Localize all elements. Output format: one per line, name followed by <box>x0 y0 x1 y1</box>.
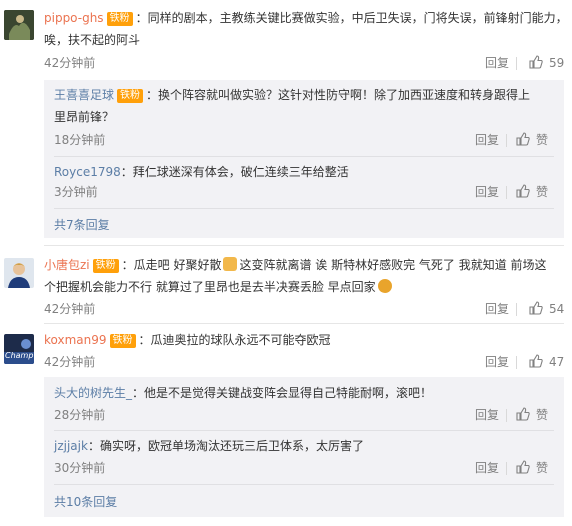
reply-box: 头大的树先生_：他是不是觉得关键战变阵会显得自己特能耐啊，滚吧！ 28分钟前 回… <box>44 377 564 517</box>
avatar-image <box>4 258 34 288</box>
more-replies-link[interactable]: 共10条回复 <box>54 494 117 510</box>
comment-timestamp: 42分钟前 <box>44 56 96 70</box>
thumbs-up-icon <box>529 55 543 69</box>
like-count: 59 <box>549 56 565 70</box>
comment-body: ：瓜迪奥拉的球队永远不可能夺欧冠 <box>138 333 331 347</box>
reply-box: 王喜喜足球 铁粉 ：换个阵容就叫做实验？这针对性防守啊！除了加西亚速度和转身跟得上 … <box>44 80 564 238</box>
like-label: 赞 <box>536 461 549 475</box>
comment-divider <box>44 323 564 324</box>
reply-divider <box>54 430 554 431</box>
reply-text-cont: 里昂前锋？ <box>54 110 115 124</box>
like-button[interactable]: 赞 <box>516 407 548 423</box>
reply-divider <box>54 208 554 209</box>
reply-text: 头大的树先生_：他是不是觉得关键战变阵会显得自己特能耐啊，滚吧！ <box>54 383 432 403</box>
reply-text: jzjjajk：确实呀，欧冠单场淘汰还玩三后卫体系，太厉害了 <box>54 436 364 456</box>
comment-username[interactable]: koxman99 <box>44 333 107 347</box>
reply-username[interactable]: Royce1798 <box>54 165 121 179</box>
reply-timestamp: 28分钟前 <box>54 408 106 422</box>
reply-button[interactable]: 回复 <box>485 354 509 370</box>
comment-text: koxman99 铁粉 ：瓜迪奥拉的球队永远不可能夺欧冠 <box>44 330 331 350</box>
reply-body: ：确实呀，欧冠单场淘汰还玩三后卫体系，太厉害了 <box>87 439 364 453</box>
thumbs-up-icon <box>529 301 543 315</box>
reply-timestamp: 30分钟前 <box>54 461 106 475</box>
action-divider <box>506 409 507 422</box>
like-button[interactable]: 赞 <box>516 460 548 476</box>
action-divider <box>516 57 517 70</box>
comment-body: 个把握机会能力不行 就算过了里昂也是去半决赛丢脸 早点回家 <box>44 280 376 294</box>
reply-button[interactable]: 回复 <box>475 460 499 476</box>
pray-hands-emoji-icon <box>223 257 238 271</box>
fan-badge[interactable]: 铁粉 <box>109 334 136 348</box>
like-count: 47 <box>549 355 565 369</box>
like-label: 赞 <box>536 408 549 422</box>
action-divider <box>506 462 507 475</box>
reply-divider <box>54 484 554 485</box>
comment-username[interactable]: 小唐包zi <box>44 258 90 272</box>
reply-divider <box>54 156 554 157</box>
like-button[interactable]: 47 <box>529 354 564 370</box>
action-divider <box>506 186 507 199</box>
reply-username[interactable]: 王喜喜足球 <box>54 88 114 102</box>
reply-text: 王喜喜足球 铁粉 ：换个阵容就叫做实验？这针对性防守啊！除了加西亚速度和转身跟得上 <box>54 85 530 105</box>
avatar[interactable] <box>4 258 34 288</box>
like-button[interactable]: 赞 <box>516 132 548 148</box>
reply-body: ：拜仁球迷深有体会，破仁连续三年给整活 <box>120 165 349 179</box>
reply-button[interactable]: 回复 <box>475 184 499 200</box>
like-label: 赞 <box>536 133 549 147</box>
thumbs-up-icon <box>516 407 530 421</box>
reply-button[interactable]: 回复 <box>475 132 499 148</box>
reply-text: Royce1798：拜仁球迷深有体会，破仁连续三年给整活 <box>54 162 349 182</box>
avatar[interactable]: Champ <box>4 334 34 364</box>
action-divider <box>506 134 507 147</box>
reply-timestamp: 18分钟前 <box>54 133 106 147</box>
reply-button[interactable]: 回复 <box>485 301 509 317</box>
comment-timestamp: 42分钟前 <box>44 302 96 316</box>
avatar-image <box>4 10 34 40</box>
comment-body: ：同样的剧本，主教练关键比赛做实验，中后卫失误，门将失误，前锋射门能力， <box>135 11 568 25</box>
fan-badge[interactable]: 铁粉 <box>106 12 133 26</box>
thumbs-up-icon <box>529 354 543 368</box>
thumbs-up-icon <box>516 132 530 146</box>
more-replies-link[interactable]: 共7条回复 <box>54 217 110 233</box>
like-button[interactable]: 54 <box>529 301 564 317</box>
comment-text-cont: 个把握机会能力不行 就算过了里昂也是去半决赛丢脸 早点回家 <box>44 277 394 297</box>
comment-text: 小唐包zi 铁粉 ：瓜走吧 好聚好散 这变阵就离谱 诶 斯特林好感败完 气死了 我就知… <box>44 255 547 275</box>
comment-text: pippo-ghs 铁粉 ：同样的剧本，主教练关键比赛做实验，中后卫失误，门将失误，… <box>44 8 568 28</box>
like-count: 54 <box>549 302 565 316</box>
person-emoji-icon <box>377 279 392 293</box>
fan-badge[interactable]: 铁粉 <box>117 89 144 103</box>
action-divider <box>516 303 517 316</box>
reply-timestamp: 3分钟前 <box>54 185 98 199</box>
thumbs-up-icon <box>516 460 530 474</box>
like-label: 赞 <box>536 185 549 199</box>
reply-username[interactable]: jzjjajk <box>54 439 88 453</box>
reply-body: ：换个阵容就叫做实验？这针对性防守啊！除了加西亚速度和转身跟得上 <box>146 88 531 102</box>
avatar-caption: Champ <box>5 351 34 360</box>
action-divider <box>516 356 517 369</box>
like-button[interactable]: 赞 <box>516 184 548 200</box>
comment-text-cont: 唉，扶不起的阿斗 <box>44 33 141 47</box>
reply-username[interactable]: 头大的树先生_ <box>54 386 132 400</box>
thumbs-up-icon <box>516 184 530 198</box>
fan-badge[interactable]: 铁粉 <box>92 259 119 273</box>
comment-divider <box>44 245 564 246</box>
comment-body: ：瓜走吧 好聚好散 <box>121 258 222 272</box>
comment-body-cont: 这变阵就离谱 诶 斯特林好感败完 气死了 我就知道 前场这 <box>239 258 547 272</box>
avatar[interactable] <box>4 10 34 40</box>
reply-button[interactable]: 回复 <box>475 407 499 423</box>
reply-button[interactable]: 回复 <box>485 55 509 71</box>
comment-username[interactable]: pippo-ghs <box>44 11 104 25</box>
reply-body: ：他是不是觉得关键战变阵会显得自己特能耐啊，滚吧！ <box>132 386 433 400</box>
comment-timestamp: 42分钟前 <box>44 355 96 369</box>
like-button[interactable]: 59 <box>529 55 564 71</box>
